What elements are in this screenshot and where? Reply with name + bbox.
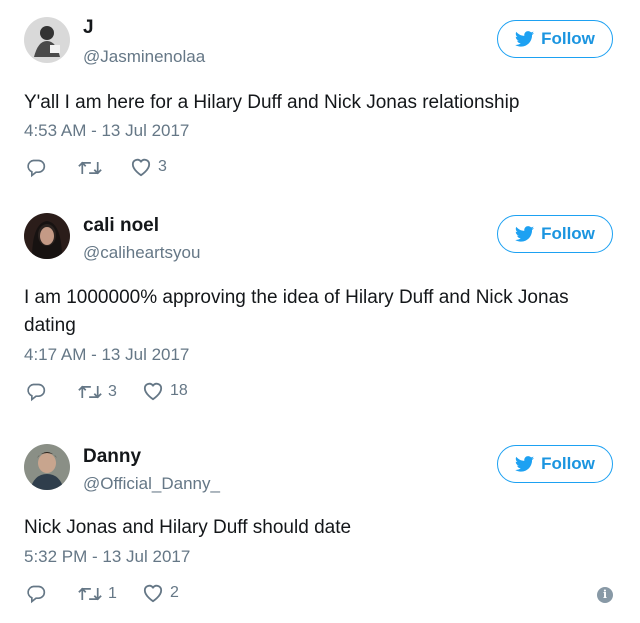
avatar[interactable] — [24, 213, 70, 259]
like-action[interactable]: 18 — [142, 381, 188, 401]
display-name[interactable]: J — [83, 17, 94, 39]
retweet-count: 3 — [108, 383, 117, 400]
info-icon[interactable]: i — [597, 587, 613, 603]
timestamp[interactable]: 4:17 AM - 13 Jul 2017 — [24, 345, 189, 365]
tweet-text: I am 1000000% approving the idea of Hila… — [24, 287, 569, 336]
like-action[interactable]: 2 — [142, 583, 179, 603]
reply-icon — [27, 585, 46, 604]
user-handle[interactable]: @caliheartsyou — [83, 243, 200, 263]
tweet-text: Y'all I am here for a Hilary Duff and Ni… — [24, 92, 520, 113]
like-action[interactable]: 3 — [130, 157, 167, 177]
tweet-text: Nick Jonas and Hilary Duff should date — [24, 517, 352, 538]
heart-icon — [143, 584, 163, 603]
reply-icon — [27, 159, 46, 178]
heart-icon — [143, 382, 163, 401]
twitter-bird-icon — [515, 31, 535, 47]
follow-button[interactable]: Follow — [497, 215, 613, 253]
retweet-icon — [78, 587, 102, 601]
follow-label: Follow — [541, 29, 595, 48]
reply-icon — [27, 383, 46, 402]
follow-label: Follow — [541, 224, 595, 243]
display-name[interactable]: cali noel — [83, 215, 159, 237]
reply-action[interactable] — [26, 584, 46, 604]
retweet-icon — [78, 385, 102, 399]
follow-button[interactable]: Follow — [497, 20, 613, 58]
display-name[interactable]: Danny — [83, 446, 141, 468]
reply-action[interactable] — [26, 382, 46, 402]
heart-icon — [131, 158, 151, 177]
like-count: 2 — [170, 584, 179, 601]
timestamp[interactable]: 4:53 AM - 13 Jul 2017 — [24, 121, 189, 141]
avatar[interactable] — [24, 444, 70, 490]
retweet-action[interactable]: 3 — [78, 382, 117, 402]
retweet-icon — [78, 161, 102, 175]
twitter-bird-icon — [515, 226, 535, 242]
avatar[interactable] — [24, 17, 70, 63]
reply-action[interactable] — [26, 158, 46, 178]
like-count: 3 — [158, 158, 167, 175]
user-handle[interactable]: @Jasminenolaa — [83, 47, 205, 67]
twitter-bird-icon — [515, 456, 535, 472]
follow-label: Follow — [541, 454, 595, 473]
user-handle[interactable]: @Official_Danny_ — [83, 474, 220, 494]
timestamp[interactable]: 5:32 PM - 13 Jul 2017 — [24, 547, 190, 567]
retweet-action[interactable]: 1 — [78, 584, 117, 604]
like-count: 18 — [170, 382, 188, 399]
retweet-action[interactable] — [78, 158, 108, 178]
follow-button[interactable]: Follow — [497, 445, 613, 483]
retweet-count: 1 — [108, 585, 117, 602]
